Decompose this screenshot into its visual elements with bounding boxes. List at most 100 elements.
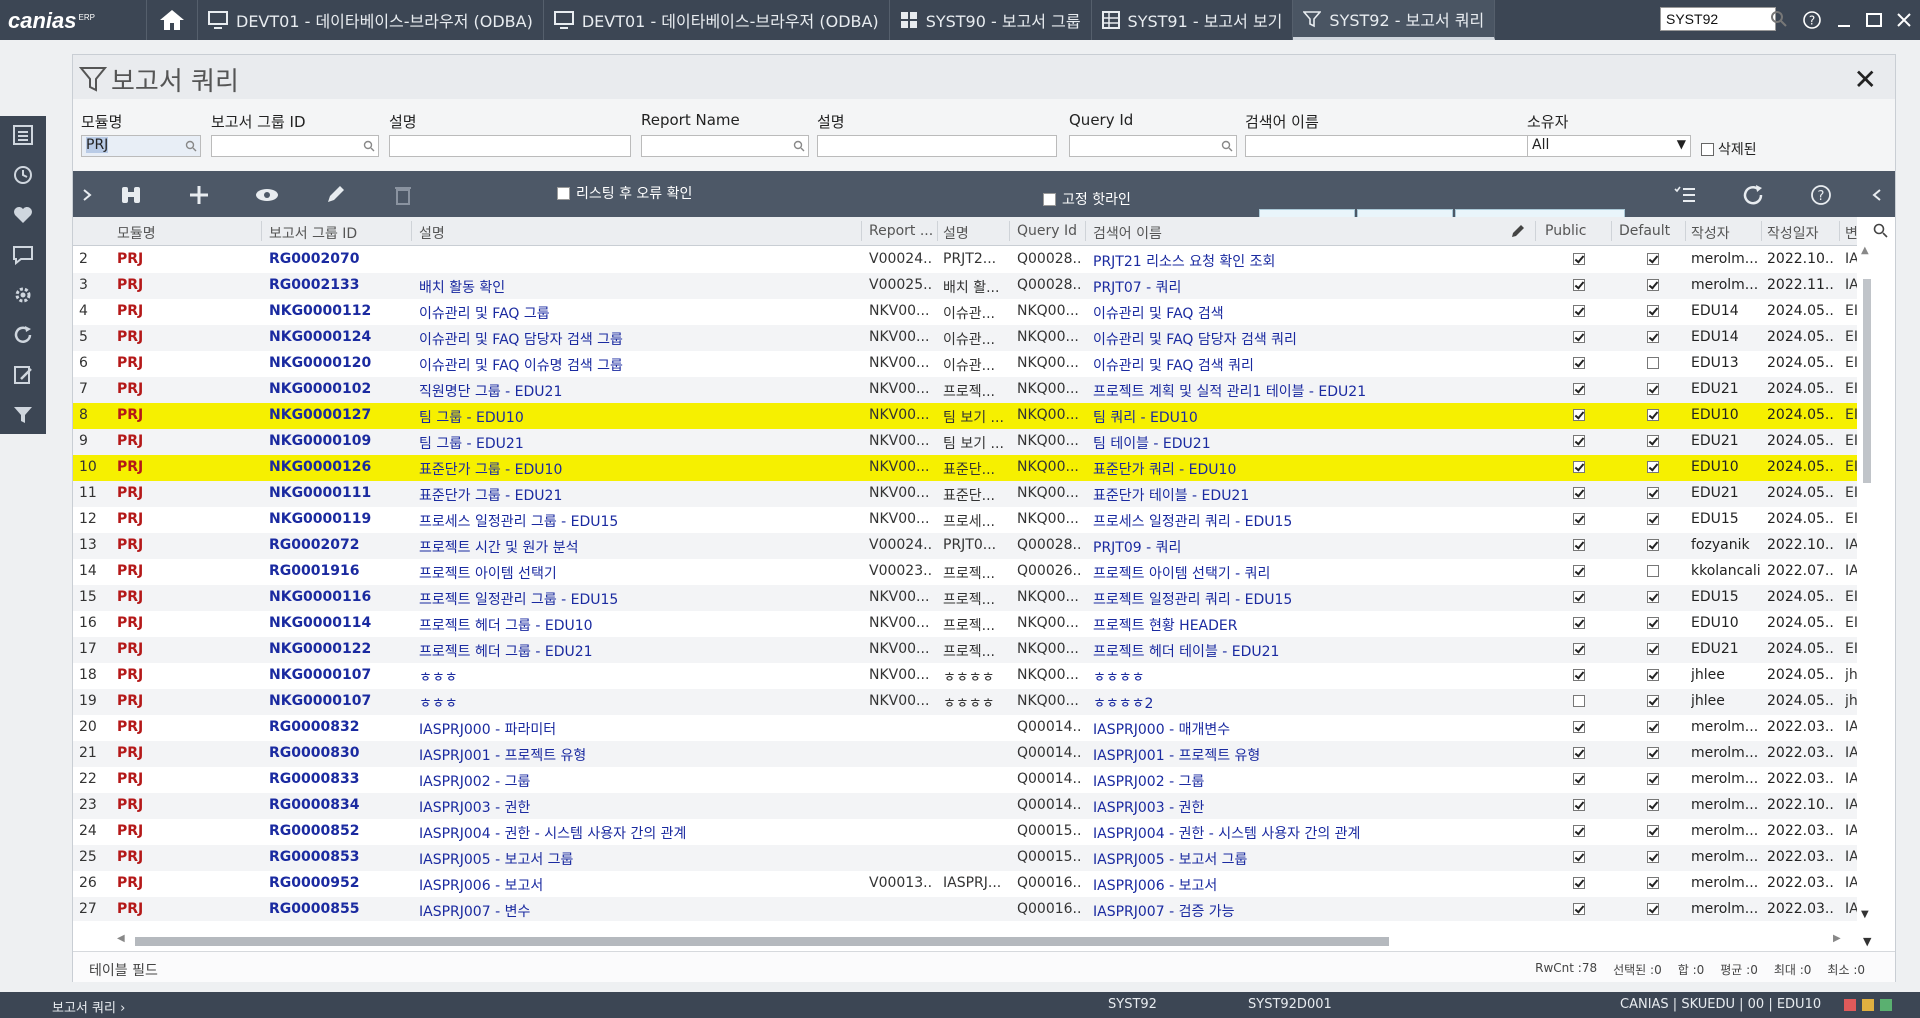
query-id-input[interactable] [1069,135,1237,157]
minimize-icon[interactable] [1832,8,1856,32]
default-checkbox[interactable] [1647,331,1659,343]
table-row[interactable]: 9 PRJ NKG0000109 팀 그룹 - EDU21 NKV00... 팀 보기 .… [73,429,1857,455]
col-group-id[interactable]: 보고서 그룹 ID [269,223,357,243]
default-checkbox[interactable] [1647,383,1659,395]
default-checkbox[interactable] [1647,799,1659,811]
filter-icon[interactable] [12,404,34,426]
col-search-name[interactable]: 검색어 이름 [1093,223,1162,243]
delete-trash-icon[interactable] [389,183,417,207]
table-row[interactable]: 7 PRJ NKG0000102 직원명단 그룹 - EDU21 NKV00... 프로젝… [73,377,1857,403]
table-row[interactable]: 6 PRJ NKG0000120 이슈관리 및 FAQ 이슈명 검색 그룹 NKV00.… [73,351,1857,377]
table-row[interactable]: 8 PRJ NKG0000127 팀 그룹 - EDU10 NKV00... 팀 보기 .… [73,403,1857,429]
default-checkbox[interactable] [1647,747,1659,759]
default-checkbox[interactable] [1647,903,1659,915]
public-checkbox[interactable] [1573,695,1585,707]
table-row[interactable]: 21 PRJ RG0000830 IASPRJ001 - 프로젝트 유형 Q00014.… [73,741,1857,767]
default-checkbox[interactable] [1647,279,1659,291]
table-row[interactable]: 24 PRJ RG0000852 IASPRJ004 - 권한 - 시스템 사용자 간… [73,819,1857,845]
default-checkbox[interactable] [1647,253,1659,265]
public-checkbox[interactable] [1573,773,1585,785]
favorites-heart-icon[interactable] [12,204,34,226]
horizontal-scrollbar[interactable]: ◀ ▶ [117,933,1843,947]
scroll-up-icon[interactable]: ▲ [1861,245,1869,256]
public-checkbox[interactable] [1573,383,1585,395]
scroll-down-icon[interactable]: ▼ [1861,909,1869,920]
report-name-input[interactable] [641,135,809,157]
scroll-right-icon[interactable]: ▶ [1833,933,1841,944]
view-eye-icon[interactable] [253,183,281,207]
help-icon[interactable]: ? [1800,8,1824,32]
col-public[interactable]: Public [1545,223,1586,239]
public-checkbox[interactable] [1573,617,1585,629]
vertical-scrollbar[interactable]: ▲ ▼ [1861,245,1873,925]
public-checkbox[interactable] [1573,409,1585,421]
search-name-input[interactable] [1245,135,1531,157]
expand-chevron-icon[interactable] [73,183,101,207]
horizontal-scroll-thumb[interactable] [135,937,1389,946]
default-checkbox[interactable] [1647,409,1659,421]
public-checkbox[interactable] [1573,877,1585,889]
default-checkbox[interactable] [1647,435,1659,447]
default-checkbox[interactable] [1647,877,1659,889]
breadcrumb[interactable]: 보고서 쿼리 › [52,997,125,1016]
table-row[interactable]: 11 PRJ NKG0000111 표준단가 그룹 - EDU21 NKV00... 표준… [73,481,1857,507]
search-icon[interactable] [1873,223,1889,239]
collapse-chevron-icon[interactable] [1863,183,1891,207]
col-created-date[interactable]: 작성일자 [1767,223,1819,243]
table-fields-label[interactable]: 테이블 필드 [89,960,158,980]
public-checkbox[interactable] [1573,331,1585,343]
binoculars-icon[interactable] [117,183,145,207]
table-row[interactable]: 14 PRJ RG0001916 프로젝트 아이템 선택기 V00023... 프로젝..… [73,559,1857,585]
table-row[interactable]: 19 PRJ NKG0000107 ㅎㅎㅎ NKV00... ㅎㅎㅎㅎ NKQ00... ㅎㅎ… [73,689,1857,715]
table-row[interactable]: 2 PRJ RG0002070 V00024... PRJT2... Q00028... P… [73,247,1857,273]
table-row[interactable]: 13 PRJ RG0002072 프로젝트 시간 및 원가 분석 V00024... PR… [73,533,1857,559]
desc2-input[interactable] [817,135,1057,157]
edit-pencil-icon[interactable] [321,183,349,207]
col-description[interactable]: 설명 [419,223,445,243]
table-row[interactable]: 18 PRJ NKG0000107 ㅎㅎㅎ NKV00... ㅎㅎㅎㅎ NKQ00... ㅎㅎ… [73,663,1857,689]
table-row[interactable]: 22 PRJ RG0000833 IASPRJ002 - 그룹 Q00014... IAS… [73,767,1857,793]
theme-icon[interactable] [1862,999,1874,1011]
table-row[interactable]: 17 PRJ NKG0000122 프로젝트 헤더 그룹 - EDU21 NKV00..… [73,637,1857,663]
table-row[interactable]: 15 PRJ NKG0000116 프로젝트 일정관리 그룹 - EDU15 NKV00… [73,585,1857,611]
default-checkbox[interactable] [1647,539,1659,551]
edit-note-icon[interactable] [12,364,34,386]
search-icon[interactable] [793,140,805,152]
default-checkbox[interactable] [1647,721,1659,733]
add-icon[interactable] [185,183,213,207]
col-description-2[interactable]: 설명 [943,223,969,243]
window-icon[interactable] [1880,999,1892,1011]
table-row[interactable]: 23 PRJ RG0000834 IASPRJ003 - 권한 Q00014... IAS… [73,793,1857,819]
menu-list-icon[interactable] [12,124,34,146]
checkbox-box[interactable] [557,186,570,200]
public-checkbox[interactable] [1573,747,1585,759]
tab-4[interactable]: SYST92 - 보고서 쿼리 [1293,0,1496,40]
public-checkbox[interactable] [1573,513,1585,525]
public-checkbox[interactable] [1573,279,1585,291]
table-row[interactable]: 27 PRJ RG0000855 IASPRJ007 - 변수 Q00016... IAS… [73,897,1857,921]
tab-0[interactable]: DEVT01 - 데이타베이스-브라우저 (ODBA) [198,0,544,40]
default-checkbox[interactable] [1647,643,1659,655]
col-report-name[interactable]: Report ... [869,223,939,239]
scroll-end-icon[interactable]: ▼ [1863,935,1871,948]
fixed-row-checkbox[interactable]: 고정 핫라인 [1043,189,1131,209]
vertical-scroll-thumb[interactable] [1863,279,1871,483]
table-row[interactable]: 3 PRJ RG0002133 배치 활동 확인 V00025... 배치 활... Q00… [73,273,1857,299]
deleted-checkbox[interactable]: 삭제된 [1701,139,1757,159]
search-icon[interactable] [185,140,197,152]
table-row[interactable]: 25 PRJ RG0000853 IASPRJ005 - 보고서 그룹 Q00015..… [73,845,1857,871]
public-checkbox[interactable] [1573,799,1585,811]
default-checkbox[interactable] [1647,305,1659,317]
tab-3[interactable]: SYST91 - 보고서 보기 [1092,0,1294,40]
checkbox-box[interactable] [1701,142,1714,156]
error-check-checkbox[interactable]: 리스팅 후 오류 확인 [557,183,692,203]
close-panel-button[interactable]: ✕ [1854,63,1877,96]
default-checkbox[interactable] [1647,487,1659,499]
default-checkbox[interactable] [1647,565,1659,577]
maximize-icon[interactable] [1862,8,1886,32]
default-checkbox[interactable] [1647,825,1659,837]
default-checkbox[interactable] [1647,773,1659,785]
help-icon[interactable]: ? [1807,183,1835,207]
desc1-input[interactable] [389,135,631,157]
refresh-icon[interactable] [12,324,34,346]
